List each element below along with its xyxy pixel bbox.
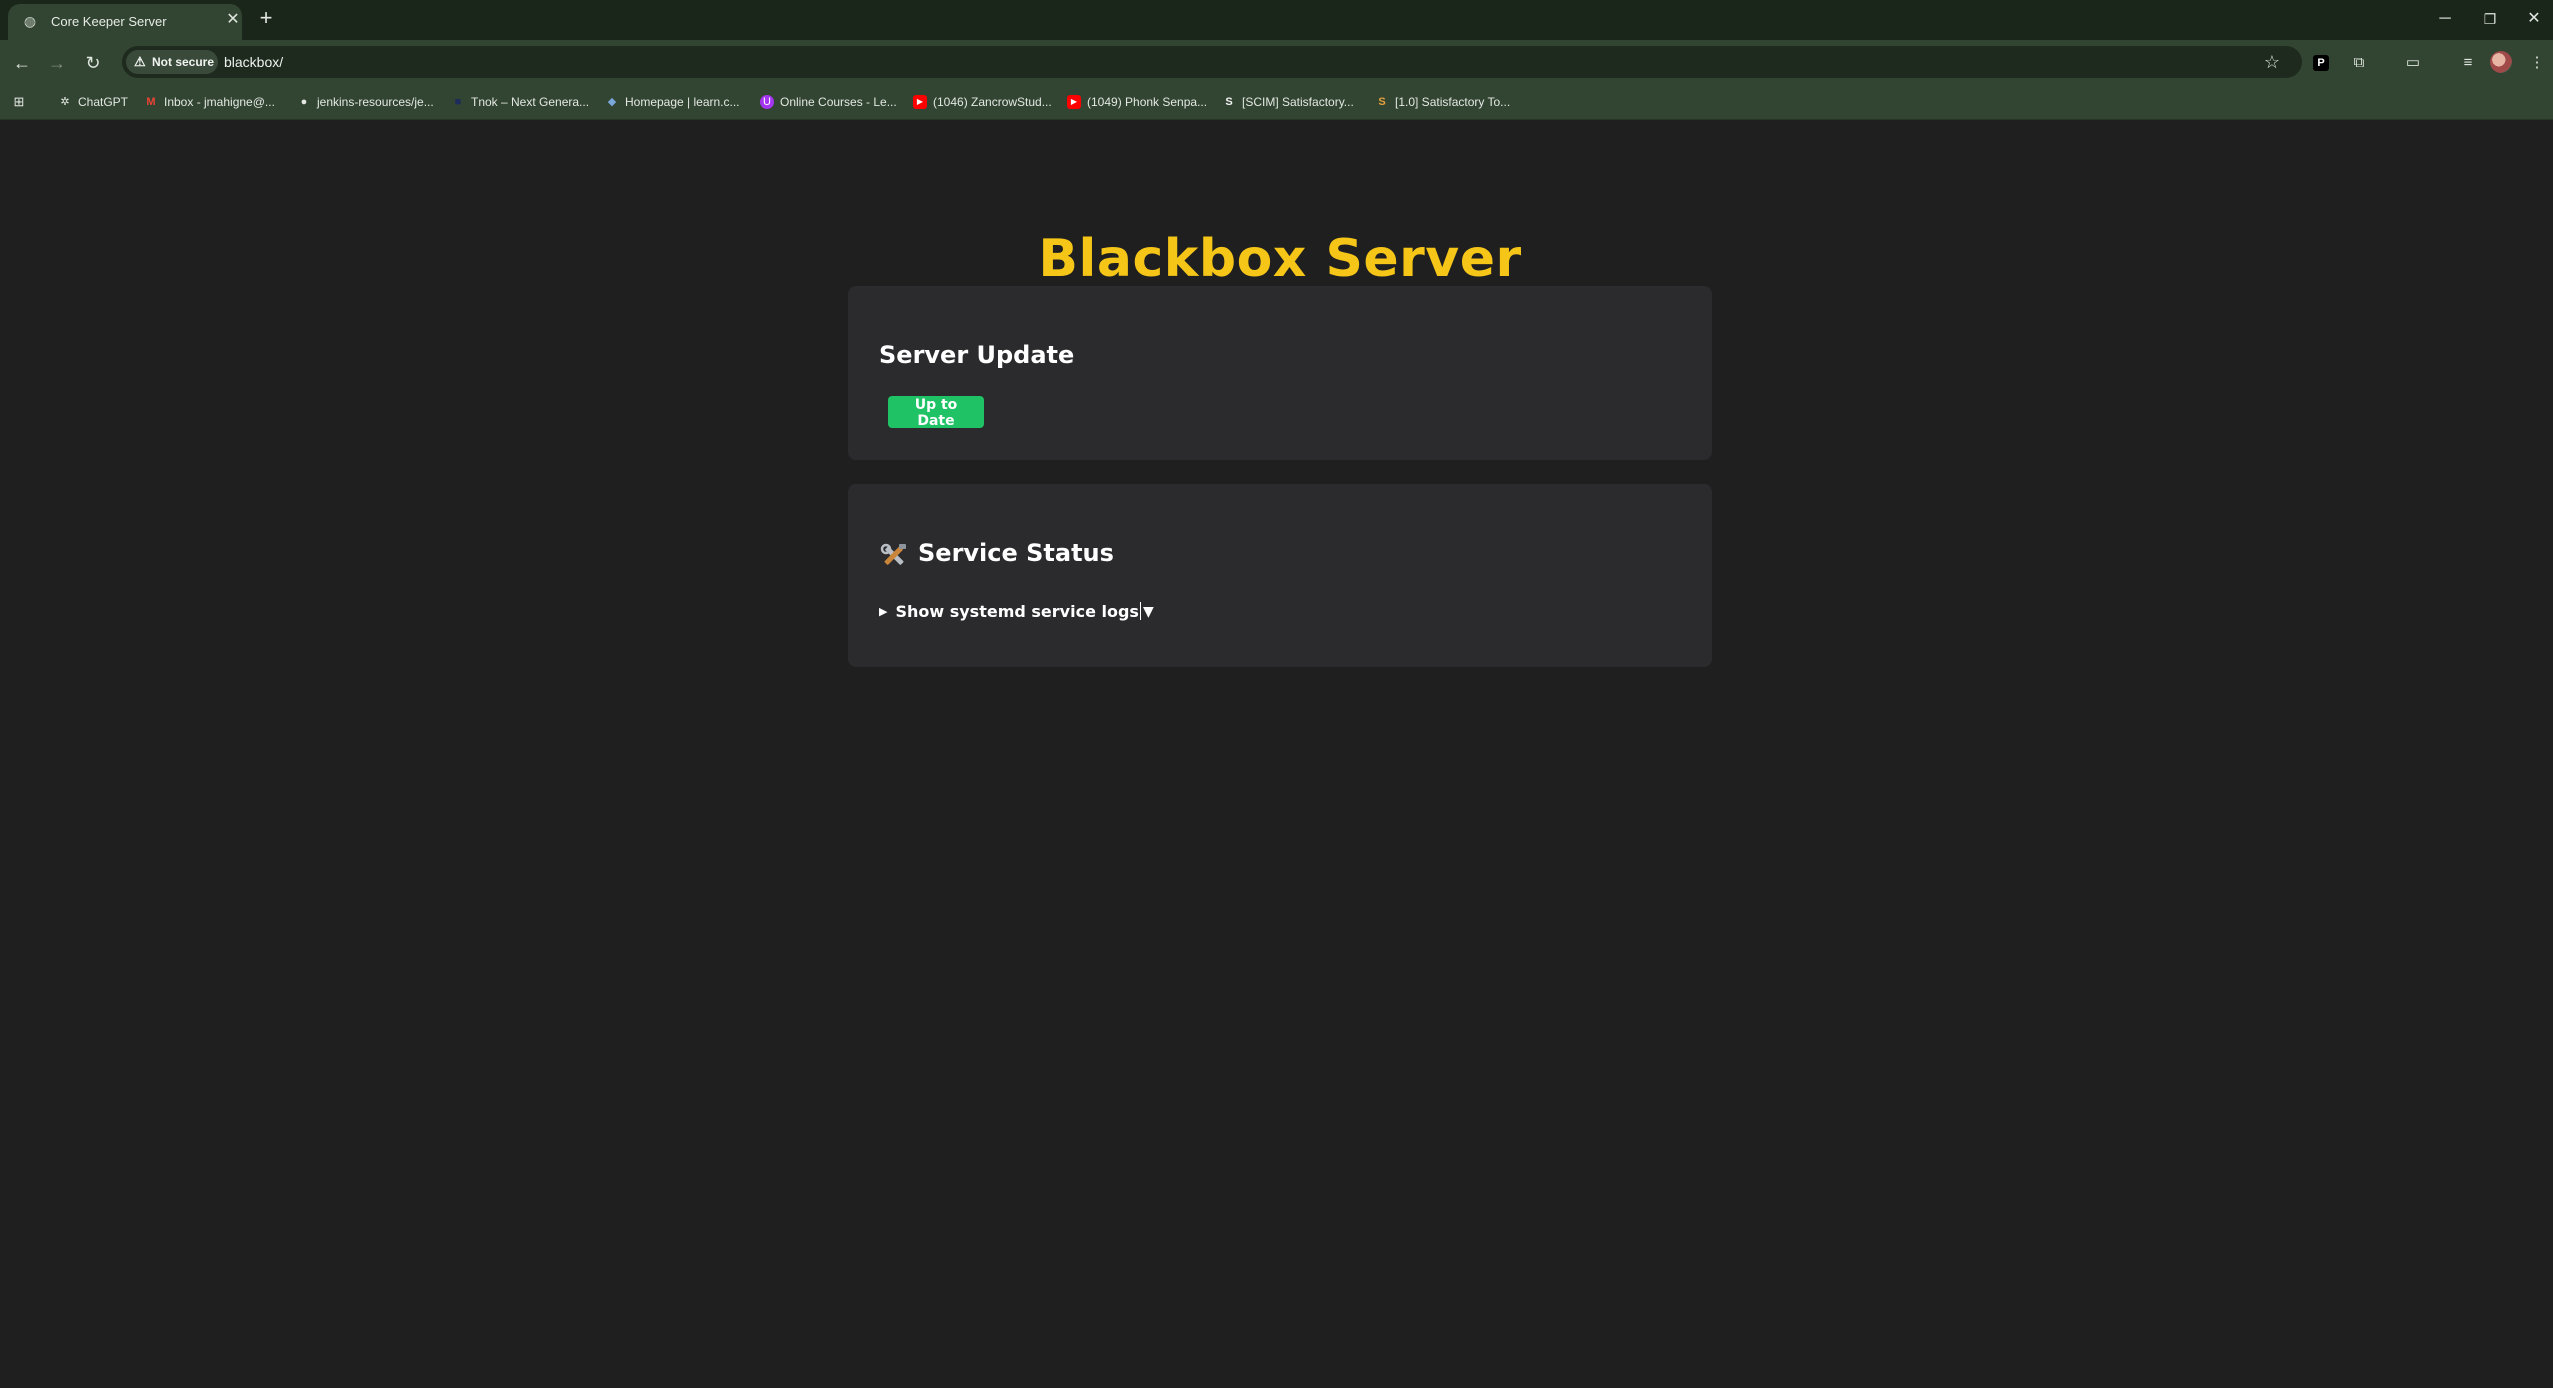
browser-toolbar: ← → ↻ ⚠ Not secure blackbox/ ☆ P ⧉ ▭ ≡ ⋮	[0, 40, 2553, 84]
tab-core-keeper-server[interactable]: ◍ Core Keeper Server ✕	[8, 4, 242, 40]
url-text[interactable]: blackbox/	[224, 54, 283, 70]
show-logs-toggle[interactable]: ▶ Show systemd service logs ▼	[879, 602, 1154, 626]
chatgpt-icon: ✲	[60, 96, 70, 108]
menu-kebab-icon[interactable]: ⋮	[2526, 52, 2548, 74]
service-status-card: Service Status ▶ Show systemd service log…	[848, 484, 1712, 667]
tnok-icon: ■	[454, 96, 462, 108]
apps-grid-icon[interactable]: ⊞	[12, 84, 30, 120]
close-window-icon[interactable]: ✕	[2514, 6, 2553, 32]
udemy-icon: U	[760, 95, 774, 109]
service-status-heading: Service Status	[918, 539, 1114, 567]
media-queue-icon[interactable]: ≡	[2457, 52, 2479, 74]
tab-title: Core Keeper Server	[51, 14, 167, 29]
text-cursor	[1139, 602, 1141, 620]
bookmark-star-icon[interactable]: ☆	[2260, 50, 2284, 74]
page-title: Blackbox Server	[1038, 228, 1522, 289]
address-bar[interactable]: ⚠ Not secure blackbox/ ☆	[122, 46, 2302, 78]
security-chip[interactable]: ⚠ Not secure	[126, 50, 218, 74]
github-icon: ●	[300, 96, 308, 108]
reload-icon[interactable]: ↻	[80, 50, 106, 76]
satisfactory-icon: S	[1378, 96, 1386, 108]
minimize-icon[interactable]: ─	[2425, 6, 2465, 32]
forward-icon[interactable]: →	[44, 50, 70, 76]
chevron-down-icon: ▼	[1142, 604, 1154, 620]
security-label: Not secure	[152, 55, 215, 69]
profile-avatar[interactable]	[2490, 51, 2512, 73]
page-content: Blackbox Server Server Update Up to Date…	[0, 120, 2553, 1388]
gmail-icon: M	[146, 96, 156, 108]
tab-strip: ◍ Core Keeper Server ✕ + ─ ❐ ✕	[0, 0, 2553, 40]
close-tab-icon[interactable]: ✕	[224, 11, 242, 29]
tools-icon	[880, 543, 906, 565]
youtube-icon: ▶	[913, 95, 927, 109]
extension-p-icon[interactable]: P	[2313, 55, 2329, 71]
warning-icon: ⚠	[134, 54, 146, 69]
server-update-card: Server Update Up to Date	[848, 286, 1712, 460]
learn-icon: ◆	[607, 96, 617, 108]
up-to-date-button[interactable]: Up to Date	[888, 396, 984, 429]
globe-icon: ◍	[23, 13, 37, 29]
bookmarks-bar: ⊞ ✲ ChatGPT M Inbox - jmahigne@... ● jen…	[0, 84, 2553, 120]
back-icon[interactable]: ←	[9, 50, 35, 76]
tab-search-icon[interactable]: ▭	[2402, 52, 2424, 74]
disclosure-triangle-icon: ▶	[879, 605, 888, 618]
restore-icon[interactable]: ❐	[2470, 6, 2510, 32]
browser-chrome: ◍ Core Keeper Server ✕ + ─ ❐ ✕ ← → ↻ ⚠ N…	[0, 0, 2553, 120]
extensions-puzzle-icon[interactable]: ⧉	[2348, 52, 2370, 74]
satisfactory-icon: S	[1225, 96, 1233, 108]
new-tab-button[interactable]: +	[254, 7, 278, 31]
youtube-icon: ▶	[1067, 95, 1081, 109]
show-logs-label: Show systemd service logs	[895, 602, 1139, 621]
server-update-heading: Server Update	[879, 341, 1075, 369]
